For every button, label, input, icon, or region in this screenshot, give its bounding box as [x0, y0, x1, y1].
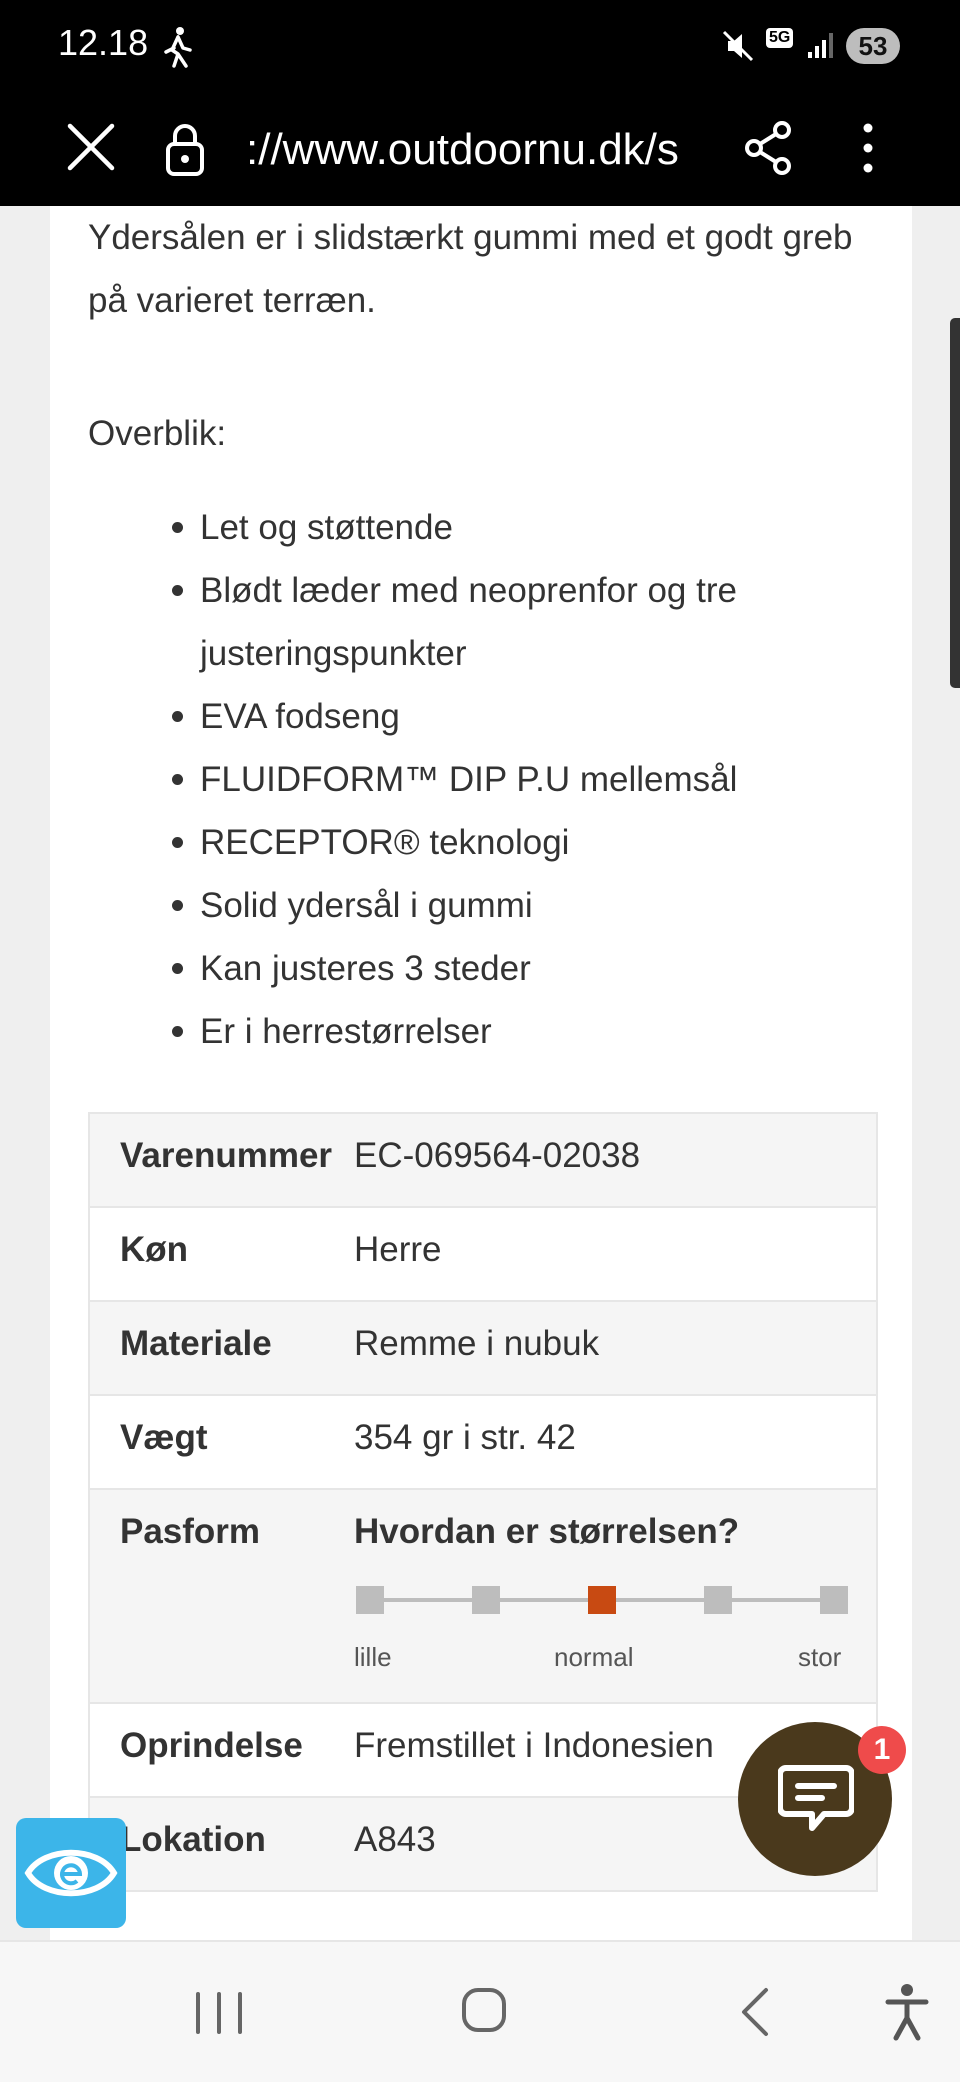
spec-value: 354 gr i str. 42 [354, 1418, 576, 1457]
fit-scale-mid-label: normal [554, 1642, 634, 1672]
spec-label: Varenummer [120, 1136, 333, 1175]
spec-label: Materiale [120, 1324, 272, 1363]
accessibility-widget-button[interactable] [16, 1818, 126, 1928]
spec-value: A843 [354, 1820, 436, 1859]
url-bar[interactable]: ://www.outdoornu.dk/s [246, 122, 698, 178]
fit-question: Hvordan er størrelsen? [354, 1512, 740, 1551]
battery-icon: 53 [846, 28, 900, 64]
status-time: 12.18 [58, 22, 149, 63]
list-item: Solid ydersål i gummi [172, 874, 840, 937]
spec-value: Herre [354, 1230, 442, 1269]
fit-scale-point [472, 1586, 500, 1614]
chat-notification-badge: 1 [858, 1726, 906, 1774]
list-item: RECEPTOR® teknologi [172, 811, 840, 874]
page-content[interactable]: Ydersålen er i slidstærkt gummi med et g… [0, 206, 960, 1940]
list-item: EVA fodseng [172, 685, 840, 748]
table-row: Køn Herre [90, 1206, 876, 1300]
table-row: Vægt 354 gr i str. 42 [90, 1394, 876, 1488]
close-icon[interactable] [64, 120, 118, 174]
spec-value: Remme i nubuk [354, 1324, 600, 1363]
home-icon[interactable] [460, 1984, 508, 2036]
walking-icon [164, 27, 192, 68]
status-bar: 12.18 5G 53 [0, 0, 960, 94]
browser-toolbar: ://www.outdoornu.dk/s [0, 94, 960, 206]
spec-value: EC-069564-02038 [354, 1136, 641, 1175]
spec-label: Vægt [120, 1418, 208, 1457]
back-icon[interactable] [736, 1984, 772, 2040]
more-menu-icon[interactable] [856, 118, 880, 178]
table-row: Varenummer EC-069564-02038 [90, 1114, 876, 1206]
fit-scale-point [704, 1586, 732, 1614]
scrollbar[interactable] [950, 318, 960, 688]
list-item: Let og støttende [172, 496, 840, 559]
fit-scale-point-selected [588, 1586, 616, 1614]
feature-list: Let og støttende Blødt læder med neopren… [172, 496, 840, 1063]
network-5g-indicator: 5G [766, 28, 794, 48]
fit-scale-point [356, 1586, 384, 1614]
fit-scale-low-label: lille [354, 1642, 392, 1672]
overview-heading: Overblik: [88, 414, 227, 453]
lock-icon[interactable] [164, 118, 206, 178]
spec-label: Pasform [120, 1512, 261, 1551]
system-navigation-bar [0, 1940, 960, 2082]
recent-apps-icon[interactable] [192, 1990, 246, 2036]
list-item: FLUIDFORM™ DIP P.U mellemsål [172, 748, 840, 811]
fit-scale-point [820, 1586, 848, 1614]
spec-label: Køn [120, 1230, 189, 1269]
fit-scale-high-label: stor [798, 1642, 842, 1672]
fit-scale-row: Pasform Hvordan er størrelsen? lille nor… [90, 1488, 876, 1702]
spec-label: Oprindelse [120, 1726, 303, 1765]
accessibility-icon[interactable] [884, 1982, 930, 2042]
list-item: Kan justeres 3 steder [172, 937, 840, 1000]
mute-icon [722, 30, 754, 62]
signal-icon [808, 33, 833, 58]
table-row: Materiale Remme i nubuk [90, 1300, 876, 1394]
product-intro-text: Ydersålen er i slidstærkt gummi med et g… [88, 218, 853, 320]
list-item: Er i herrestørrelser [172, 1000, 840, 1063]
list-item: Blødt læder med neoprenfor og tre juster… [172, 559, 840, 685]
chat-icon [778, 1765, 854, 1831]
spec-value: Fremstillet i Indonesien [354, 1726, 714, 1765]
spec-label: Lokation [120, 1820, 266, 1859]
share-icon[interactable] [742, 118, 794, 178]
eye-accessibility-icon [24, 1849, 118, 1897]
